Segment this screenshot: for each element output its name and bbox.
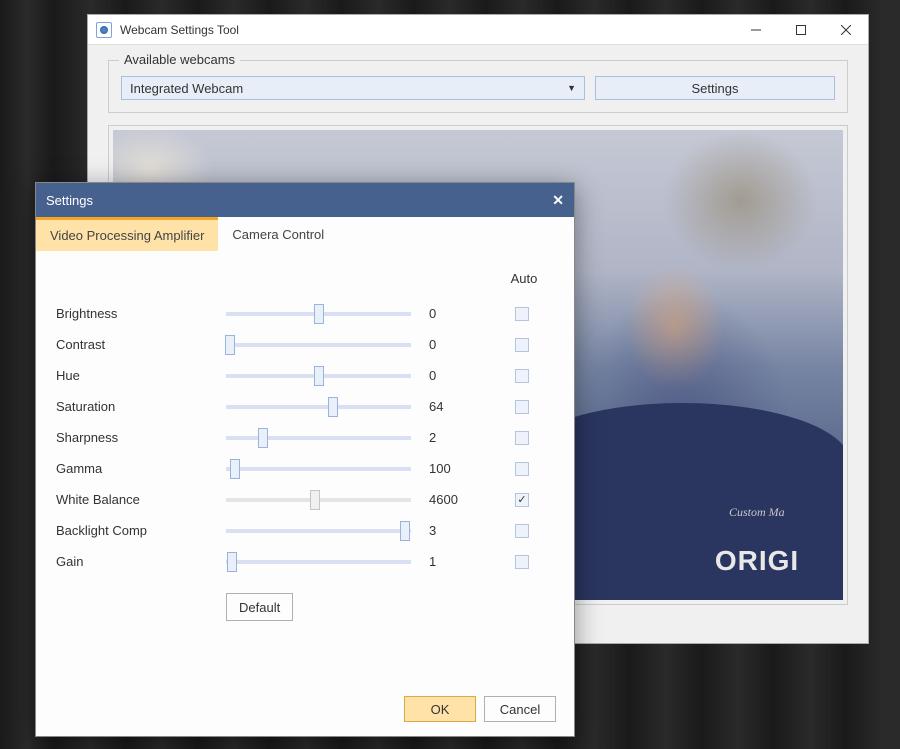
slider-thumb[interactable] [328, 397, 338, 417]
auto-column-header: Auto [56, 271, 554, 286]
slider-label: Sharpness [56, 430, 226, 445]
settings-button[interactable]: Settings [595, 76, 835, 100]
slider-thumb [310, 490, 320, 510]
slider-track[interactable] [226, 343, 411, 347]
auto-checkbox[interactable] [515, 369, 529, 383]
auto-checkbox[interactable] [515, 524, 529, 538]
auto-checkbox[interactable] [515, 338, 529, 352]
dialog-close-button[interactable]: ✕ [552, 192, 564, 209]
slider-value: 0 [429, 368, 509, 383]
slider-thumb[interactable] [400, 521, 410, 541]
slider-track [226, 498, 411, 502]
titlebar: Webcam Settings Tool [88, 15, 868, 45]
tab-bar: Video Processing Amplifier Camera Contro… [36, 217, 574, 251]
slider-track[interactable] [226, 405, 411, 409]
auto-checkbox[interactable] [515, 462, 529, 476]
slider-label: Contrast [56, 337, 226, 352]
slider-row: White Balance 4600 ✓ [56, 484, 554, 515]
slider-label: White Balance [56, 492, 226, 507]
settings-body: Auto Brightness 0 Contrast 0 Hue 0 Saturation 6… [36, 251, 574, 631]
auto-checkbox[interactable]: ✓ [515, 493, 529, 507]
slider-track[interactable] [226, 560, 411, 564]
webcam-fieldset: Available webcams Integrated Webcam ▼ Se… [108, 60, 848, 113]
cancel-button[interactable]: Cancel [484, 696, 556, 722]
slider-label: Gamma [56, 461, 226, 476]
dialog-footer: OK Cancel [404, 696, 556, 722]
auto-checkbox[interactable] [515, 307, 529, 321]
slider-thumb[interactable] [227, 552, 237, 572]
slider-thumb[interactable] [258, 428, 268, 448]
slider-row: Gamma 100 [56, 453, 554, 484]
dialog-titlebar: Settings ✕ [36, 183, 574, 217]
slider-label: Gain [56, 554, 226, 569]
webcam-select[interactable]: Integrated Webcam ▼ [121, 76, 585, 100]
webcam-select-value: Integrated Webcam [130, 81, 243, 96]
slider-value: 0 [429, 306, 509, 321]
slider-value: 1 [429, 554, 509, 569]
settings-dialog: Settings ✕ Video Processing Amplifier Ca… [35, 182, 575, 737]
slider-thumb[interactable] [314, 304, 324, 324]
slider-row: Contrast 0 [56, 329, 554, 360]
app-icon [96, 22, 112, 38]
slider-value: 4600 [429, 492, 509, 507]
slider-label: Brightness [56, 306, 226, 321]
slider-label: Backlight Comp [56, 523, 226, 538]
slider-row: Hue 0 [56, 360, 554, 391]
ok-button[interactable]: OK [404, 696, 476, 722]
auto-checkbox[interactable] [515, 400, 529, 414]
slider-thumb[interactable] [225, 335, 235, 355]
slider-label: Saturation [56, 399, 226, 414]
slider-row: Brightness 0 [56, 298, 554, 329]
tab-video-processing-amplifier[interactable]: Video Processing Amplifier [36, 217, 218, 251]
auto-checkbox[interactable] [515, 431, 529, 445]
slider-row: Saturation 64 [56, 391, 554, 422]
slider-thumb[interactable] [230, 459, 240, 479]
dialog-title: Settings [46, 193, 552, 208]
window-title: Webcam Settings Tool [120, 23, 733, 37]
window-controls [733, 15, 868, 44]
chevron-down-icon: ▼ [567, 83, 576, 93]
slider-value: 100 [429, 461, 509, 476]
slider-value: 2 [429, 430, 509, 445]
close-button[interactable] [823, 15, 868, 44]
slider-track[interactable] [226, 529, 411, 533]
auto-checkbox[interactable] [515, 555, 529, 569]
slider-value: 0 [429, 337, 509, 352]
slider-row: Gain 1 [56, 546, 554, 577]
slider-track[interactable] [226, 374, 411, 378]
slider-row: Sharpness 2 [56, 422, 554, 453]
slider-value: 3 [429, 523, 509, 538]
fieldset-legend: Available webcams [119, 52, 240, 67]
slider-track[interactable] [226, 436, 411, 440]
minimize-button[interactable] [733, 15, 778, 44]
slider-value: 64 [429, 399, 509, 414]
slider-thumb[interactable] [314, 366, 324, 386]
slider-track[interactable] [226, 312, 411, 316]
tab-camera-control[interactable]: Camera Control [218, 217, 338, 251]
maximize-button[interactable] [778, 15, 823, 44]
default-button[interactable]: Default [226, 593, 293, 621]
slider-label: Hue [56, 368, 226, 383]
slider-row: Backlight Comp 3 [56, 515, 554, 546]
slider-track[interactable] [226, 467, 411, 471]
